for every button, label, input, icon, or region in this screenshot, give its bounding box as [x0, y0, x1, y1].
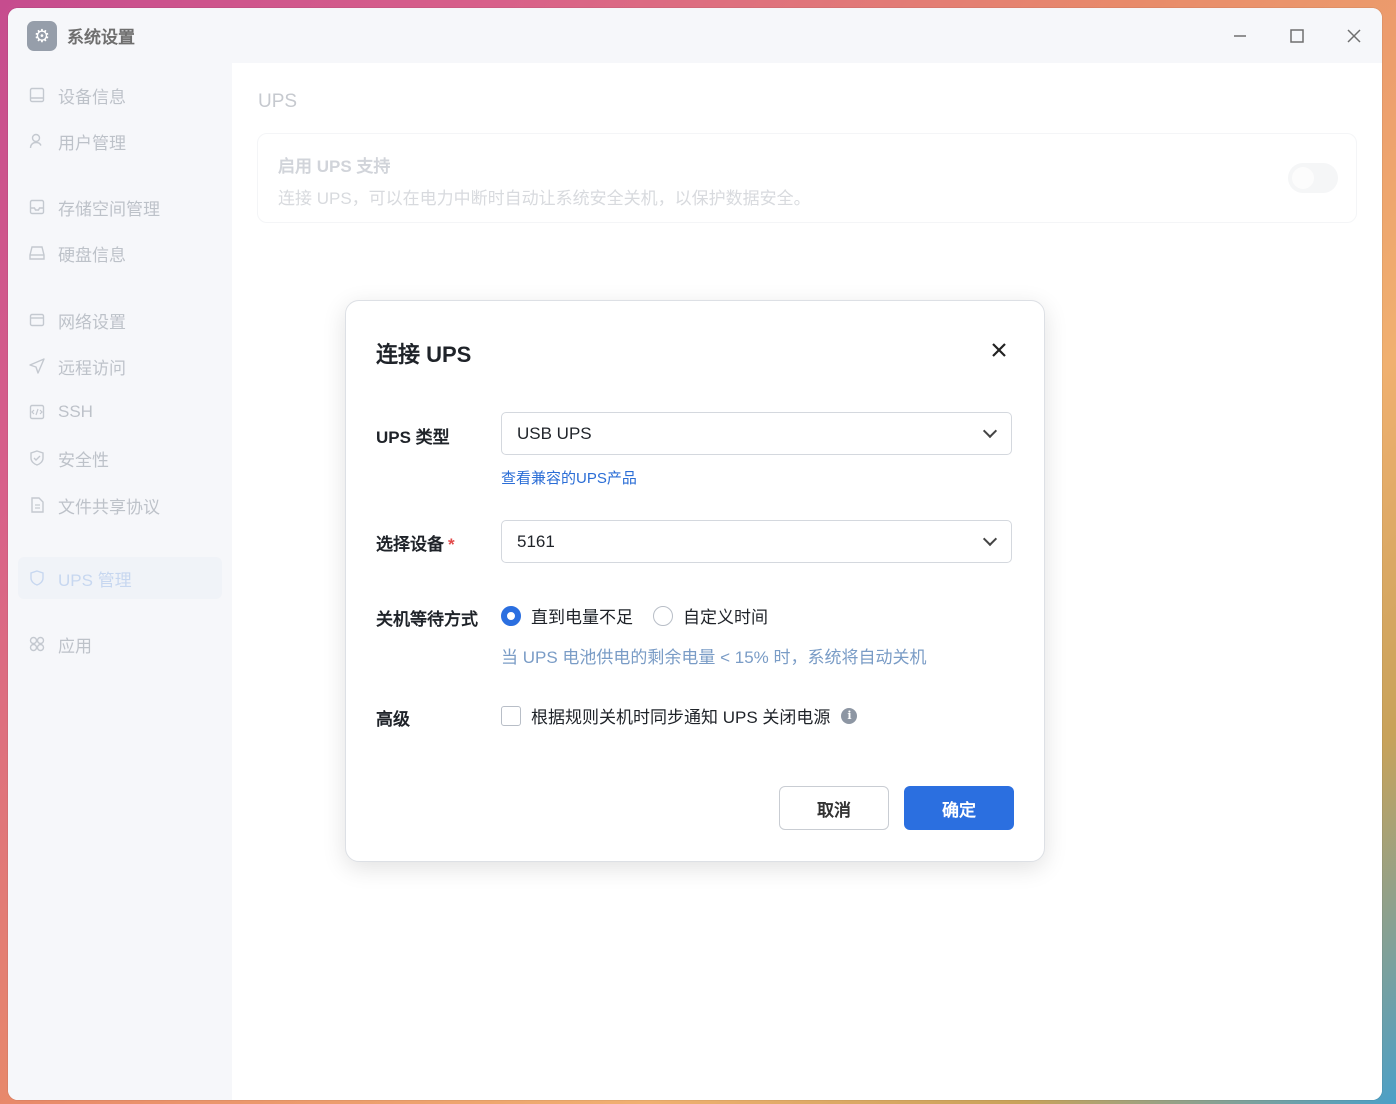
device-value: 5161 — [517, 531, 555, 551]
notify-ups-checkbox[interactable] — [501, 705, 521, 726]
info-icon[interactable]: i — [841, 707, 858, 724]
close-icon[interactable] — [984, 335, 1014, 365]
shutdown-mode-radios: 直到电量不足 自定义时间 — [501, 603, 788, 628]
radio-label: 直到电量不足 — [531, 608, 633, 627]
radio-label: 自定义时间 — [683, 608, 768, 627]
dialog-title: 连接 UPS — [376, 342, 472, 367]
radio-custom-time[interactable] — [653, 605, 673, 626]
device-label: 选择设备 * — [376, 530, 455, 555]
device-select[interactable]: 5161 — [501, 520, 1012, 563]
checkbox-label: 根据规则关机时同步通知 UPS 关闭电源 — [531, 708, 831, 727]
advanced-option: 根据规则关机时同步通知 UPS 关闭电源 i — [501, 703, 858, 728]
chevron-down-icon — [973, 523, 1007, 561]
advanced-label: 高级 — [376, 710, 410, 729]
required-mark: * — [448, 535, 455, 554]
shutdown-hint: 当 UPS 电池供电的剩余电量 < 15% 时，系统将自动关机 — [501, 648, 927, 667]
cancel-button[interactable]: 取消 — [779, 786, 889, 830]
ups-type-select[interactable]: USB UPS — [501, 412, 1012, 455]
confirm-button[interactable]: 确定 — [904, 786, 1014, 830]
chevron-down-icon — [973, 415, 1007, 453]
radio-until-low-battery[interactable] — [501, 605, 521, 626]
compatible-ups-link[interactable]: 查看兼容的UPS产品 — [501, 467, 637, 488]
ups-type-label: UPS 类型 — [376, 428, 450, 447]
shutdown-mode-label: 关机等待方式 — [376, 610, 478, 629]
ups-type-value: USB UPS — [517, 423, 592, 443]
device-label-text: 选择设备 — [376, 535, 444, 554]
connect-ups-dialog: 连接 UPS UPS 类型 USB UPS 查看兼容的UPS产品 选择设备 * 5… — [345, 300, 1045, 862]
